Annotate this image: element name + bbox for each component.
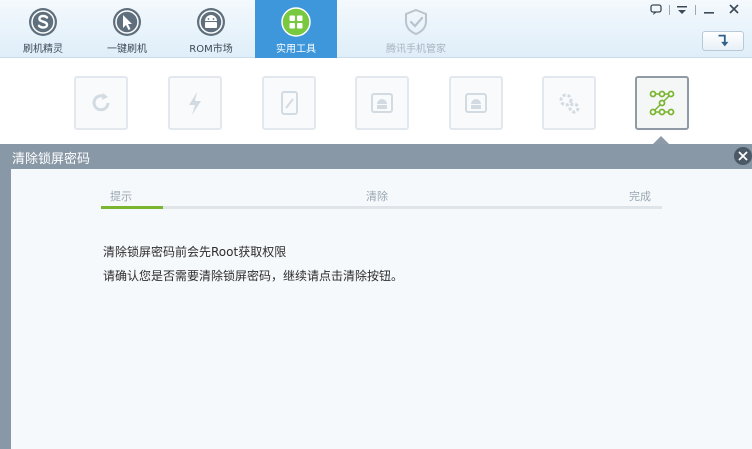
window-controls (646, 2, 746, 20)
android-box-icon (371, 93, 393, 113)
step-label-prompt: 提示 (110, 190, 132, 203)
nav-item-flash-wizard[interactable]: 刷机精灵 (2, 0, 84, 58)
close-icon (738, 151, 748, 161)
progress-fill (101, 206, 163, 209)
nav-label: 一键刷机 (107, 44, 147, 55)
grid-tools-icon (281, 7, 311, 37)
selected-tool-pointer (653, 136, 669, 144)
android-icon (197, 8, 225, 36)
pattern-lock-icon (649, 90, 675, 116)
chat-icon[interactable] (646, 2, 666, 18)
tool-row (0, 59, 752, 143)
cursor-arrow-icon (113, 8, 141, 36)
nav-item-tencent-manager[interactable]: 腾讯手机管家 (374, 0, 458, 58)
nav-item-one-click-flash[interactable]: 一键刷机 (86, 0, 168, 58)
tool-lightning[interactable] (168, 76, 222, 130)
dialog-close-button[interactable] (734, 147, 752, 165)
dialog-header: 清除锁屏密码 (0, 144, 752, 169)
android-box-icon (465, 93, 487, 113)
minimize-icon[interactable] (699, 2, 719, 18)
tool-gears[interactable] (542, 76, 596, 130)
step-label-clear: 清除 (366, 190, 388, 203)
nav-item-rom-market[interactable]: ROM市场 (170, 0, 252, 58)
s-logo-icon (29, 8, 57, 36)
dropdown-icon[interactable] (672, 2, 692, 18)
nav-label: 腾讯手机管家 (386, 44, 446, 55)
nav-label: 实用工具 (276, 44, 316, 55)
nav-item-utility-tools[interactable]: 实用工具 (255, 0, 337, 58)
step-label-done: 完成 (629, 190, 651, 203)
return-arrow-icon (718, 34, 729, 47)
tool-refresh[interactable] (74, 76, 128, 130)
refresh-icon (92, 93, 110, 112)
dialog-title: 清除锁屏密码 (12, 152, 91, 167)
return-button[interactable] (702, 31, 744, 51)
close-icon[interactable] (724, 2, 744, 18)
top-navigation-bar: 刷机精灵 一键刷机 ROM市场 实用工具 腾讯手机管家 (0, 0, 752, 58)
dialog-body: 提示 清除 完成 清除锁屏密码前会先Root获取权限 请确认您是否需要清除锁屏密… (11, 169, 752, 449)
tool-pattern-lock[interactable] (635, 76, 689, 130)
lightning-icon (189, 92, 201, 115)
message-line-2: 请确认您是否需要清除锁屏密码，继续请点击清除按钮。 (103, 269, 404, 283)
dialog-left-border (0, 169, 11, 449)
tool-android-b[interactable] (449, 76, 503, 130)
phone-edit-icon (281, 91, 298, 115)
gears-icon (559, 93, 580, 114)
nav-label: 刷机精灵 (23, 44, 63, 55)
progress-track (101, 206, 662, 209)
tool-android-a[interactable] (355, 76, 409, 130)
nav-label: ROM市场 (189, 44, 233, 55)
message-line-1: 清除锁屏密码前会先Root获取权限 (103, 245, 287, 259)
shield-check-icon (405, 8, 427, 36)
tool-phone-edit[interactable] (262, 76, 316, 130)
